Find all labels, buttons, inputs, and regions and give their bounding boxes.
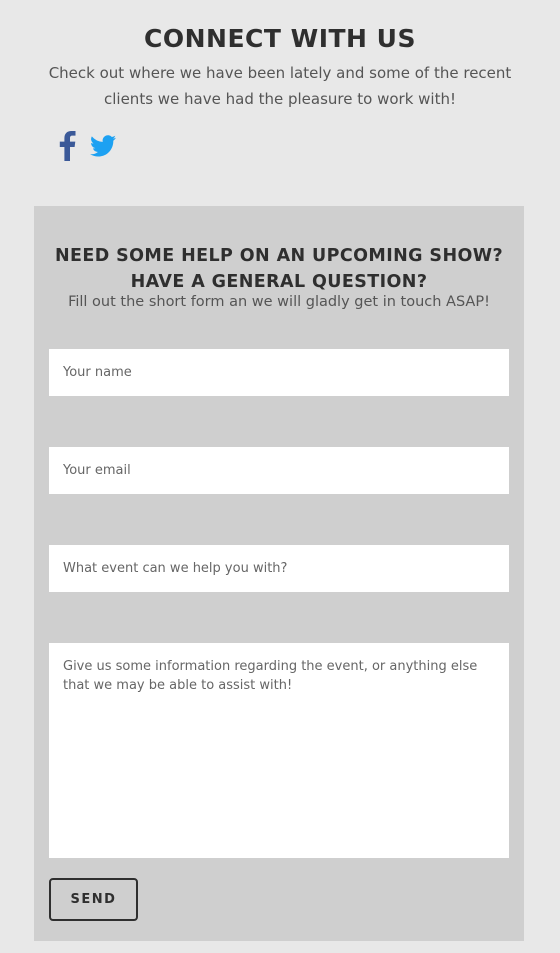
send-button[interactable]: SEND — [49, 878, 138, 921]
contact-form-panel: NEED SOME HELP ON AN UPCOMING SHOW? HAVE… — [34, 206, 524, 941]
social-links — [58, 130, 116, 162]
form-title: NEED SOME HELP ON AN UPCOMING SHOW? HAVE… — [34, 243, 524, 295]
name-input[interactable] — [49, 349, 509, 396]
connect-description: Check out where we have been lately and … — [48, 64, 512, 108]
email-input[interactable] — [49, 447, 509, 494]
connect-title: CONNECT WITH US — [144, 24, 416, 53]
connect-section: CONNECT WITH US Check out where we have … — [0, 0, 560, 206]
twitter-icon — [90, 135, 116, 157]
twitter-link[interactable] — [90, 135, 116, 157]
form-title-line-1: NEED SOME HELP ON AN UPCOMING SHOW? — [54, 246, 504, 266]
event-input[interactable] — [49, 545, 509, 592]
form-title-line-2: HAVE A GENERAL QUESTION? — [130, 272, 428, 292]
facebook-icon — [59, 130, 76, 161]
message-textarea[interactable] — [49, 643, 509, 858]
facebook-link[interactable] — [58, 130, 76, 161]
form-subtitle: Fill out the short form an we will gladl… — [68, 294, 490, 310]
